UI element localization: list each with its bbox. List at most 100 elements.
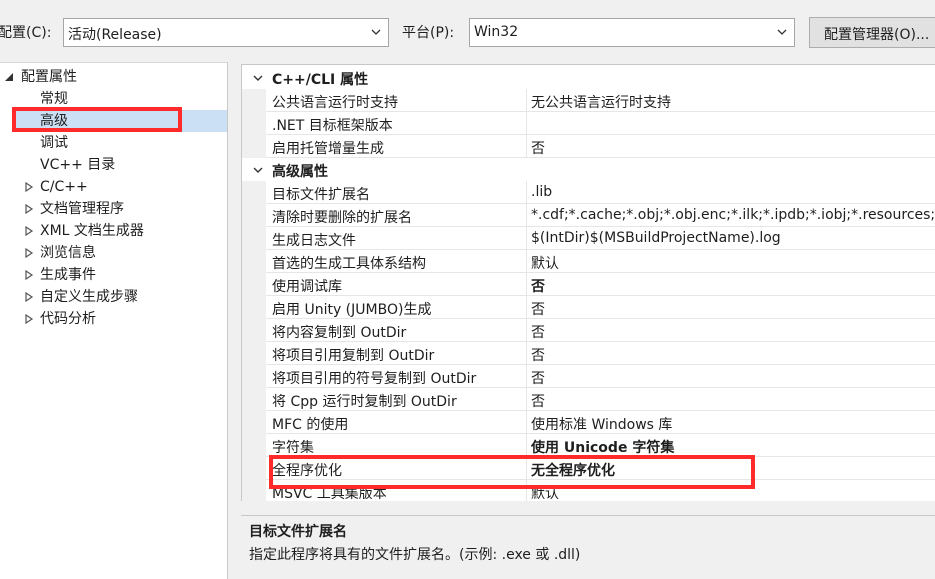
column-divider <box>526 365 527 388</box>
collapsed-triangle-icon[interactable] <box>24 182 34 192</box>
row-gutter <box>242 434 266 457</box>
property-name: 将项目引用复制到 OutDir <box>272 348 435 364</box>
property-value[interactable]: 无全程序优化 <box>531 460 615 480</box>
column-divider <box>526 227 527 250</box>
row-gutter <box>242 204 266 227</box>
property-value[interactable]: 无公共语言运行时支持 <box>531 92 671 112</box>
property-row[interactable]: 全程序优化 无全程序优化 <box>242 457 935 480</box>
property-row[interactable]: 启用托管增量生成 否 <box>242 135 935 158</box>
property-value[interactable]: .lib <box>531 184 552 200</box>
property-row[interactable]: MFC 的使用 使用标准 Windows 库 <box>242 411 935 434</box>
property-value[interactable]: 否 <box>531 368 545 388</box>
collapsed-triangle-icon[interactable] <box>24 248 34 258</box>
chevron-down-icon[interactable] <box>252 164 264 176</box>
category-title: C++/CLI 属性 <box>272 72 369 88</box>
collapsed-triangle-icon[interactable] <box>24 226 34 236</box>
row-gutter <box>242 135 266 158</box>
row-gutter <box>242 319 266 342</box>
config-label: 配置(C): <box>0 25 52 41</box>
property-category[interactable]: C++/CLI 属性 <box>242 66 935 89</box>
chevron-down-icon <box>777 29 787 35</box>
property-row[interactable]: 目标文件扩展名 .lib <box>242 181 935 204</box>
row-gutter <box>242 112 266 135</box>
config-select[interactable]: 活动(Release) <box>63 18 389 47</box>
tree-item-label: 常规 <box>40 91 68 107</box>
property-name: 将项目引用的符号复制到 OutDir <box>272 371 477 387</box>
category-title: 高级属性 <box>272 164 328 180</box>
property-row[interactable]: 启用 Unity (JUMBO)生成 否 <box>242 296 935 319</box>
property-name: 全程序优化 <box>272 463 342 479</box>
property-grid: C++/CLI 属性公共语言运行时支持 无公共语言运行时支持 .NET 目标框架版本… <box>241 64 935 501</box>
property-value[interactable]: 否 <box>531 322 545 342</box>
tree-item-label: 调试 <box>40 135 68 151</box>
configuration-toolbar: 配置(C): 活动(Release) 平台(P): Win32 配置管理器(O)… <box>0 0 935 62</box>
property-value[interactable]: 否 <box>531 299 545 319</box>
column-divider <box>526 342 527 365</box>
property-row[interactable]: 将项目引用的符号复制到 OutDir 否 <box>242 365 935 388</box>
property-name: 首选的生成工具体系结构 <box>272 256 426 272</box>
row-gutter <box>242 480 266 501</box>
row-gutter <box>242 89 266 112</box>
tree-item[interactable]: 高级 <box>14 110 227 132</box>
chevron-down-icon[interactable] <box>252 72 264 84</box>
tree-item-label: 自定义生成步骤 <box>40 289 138 305</box>
property-row[interactable]: MSVC 工具集版本 默认 <box>242 480 935 501</box>
property-name: 使用调试库 <box>272 279 342 295</box>
row-gutter <box>242 273 266 296</box>
column-divider <box>526 250 527 273</box>
property-name: 启用 Unity (JUMBO)生成 <box>272 302 432 318</box>
property-row[interactable]: 将项目引用复制到 OutDir 否 <box>242 342 935 365</box>
tree-item-label: VC++ 目录 <box>40 157 116 173</box>
property-value[interactable]: 使用 Unicode 字符集 <box>531 437 674 457</box>
platform-select[interactable]: Win32 <box>469 18 795 47</box>
platform-select-value: Win32 <box>474 24 519 40</box>
property-row[interactable]: 将内容复制到 OutDir 否 <box>242 319 935 342</box>
property-value[interactable]: 否 <box>531 391 545 411</box>
description-text: 指定此程序将具有的文件扩展名。(示例: .exe 或 .dll) <box>249 547 581 563</box>
config-select-value: 活动(Release) <box>68 27 162 43</box>
property-name: 公共语言运行时支持 <box>272 95 398 111</box>
property-row[interactable]: 公共语言运行时支持 无公共语言运行时支持 <box>242 89 935 112</box>
property-row[interactable]: 使用调试库 否 <box>242 273 935 296</box>
column-divider <box>526 135 527 158</box>
property-value[interactable]: 默认 <box>531 483 559 501</box>
property-name: 将内容复制到 OutDir <box>272 325 407 341</box>
property-row[interactable]: 生成日志文件 $(IntDir)$(MSBuildProjectName).log <box>242 227 935 250</box>
property-row[interactable]: 首选的生成工具体系结构 默认 <box>242 250 935 273</box>
property-name: .NET 目标框架版本 <box>272 118 393 134</box>
collapsed-triangle-icon[interactable] <box>24 204 34 214</box>
collapsed-triangle-icon[interactable] <box>24 292 34 302</box>
property-value[interactable]: 否 <box>531 138 545 158</box>
description-title: 目标文件扩展名 <box>249 524 347 540</box>
row-gutter <box>242 296 266 319</box>
collapsed-triangle-icon[interactable] <box>24 314 34 324</box>
column-divider <box>526 388 527 411</box>
collapsed-triangle-icon[interactable] <box>24 270 34 280</box>
property-value[interactable]: 否 <box>531 345 545 365</box>
row-gutter <box>242 342 266 365</box>
property-row[interactable]: 字符集 使用 Unicode 字符集 <box>242 434 935 457</box>
tree-item-label: 文档管理程序 <box>40 201 124 217</box>
chevron-down-icon <box>371 29 381 35</box>
tree-item-label: 高级 <box>40 113 68 129</box>
description-pane: 目标文件扩展名 指定此程序将具有的文件扩展名。(示例: .exe 或 .dll) <box>241 515 935 579</box>
column-divider <box>526 112 527 135</box>
property-row[interactable]: 将 Cpp 运行时复制到 OutDir 否 <box>242 388 935 411</box>
property-value[interactable]: 使用标准 Windows 库 <box>531 414 672 434</box>
property-value[interactable]: 默认 <box>531 253 559 273</box>
property-value[interactable]: *.cdf;*.cache;*.obj;*.obj.enc;*.ilk;*.ip… <box>531 207 935 223</box>
property-name: MSVC 工具集版本 <box>272 486 387 501</box>
configuration-manager-button[interactable]: 配置管理器(O)... <box>809 17 935 48</box>
column-divider <box>526 434 527 457</box>
property-value[interactable]: $(IntDir)$(MSBuildProjectName).log <box>531 230 781 246</box>
expanded-triangle-icon <box>5 73 13 81</box>
property-name: 启用托管增量生成 <box>272 141 384 157</box>
tree-root-label: 配置属性 <box>21 69 77 85</box>
property-value[interactable]: 否 <box>531 276 545 296</box>
property-row[interactable]: 清除时要删除的扩展名 *.cdf;*.cache;*.obj;*.obj.enc;… <box>242 204 935 227</box>
property-name: 将 Cpp 运行时复制到 OutDir <box>272 394 457 410</box>
property-category[interactable]: 高级属性 <box>242 158 935 181</box>
property-row[interactable]: .NET 目标框架版本 <box>242 112 935 135</box>
property-pages-tree: 配置属性 常规 高级 调试 VC++ 目录 C/C++ 文档管理程序 XML 文档生成器 浏览… <box>0 62 228 579</box>
tree-item-label: 生成事件 <box>40 267 96 283</box>
